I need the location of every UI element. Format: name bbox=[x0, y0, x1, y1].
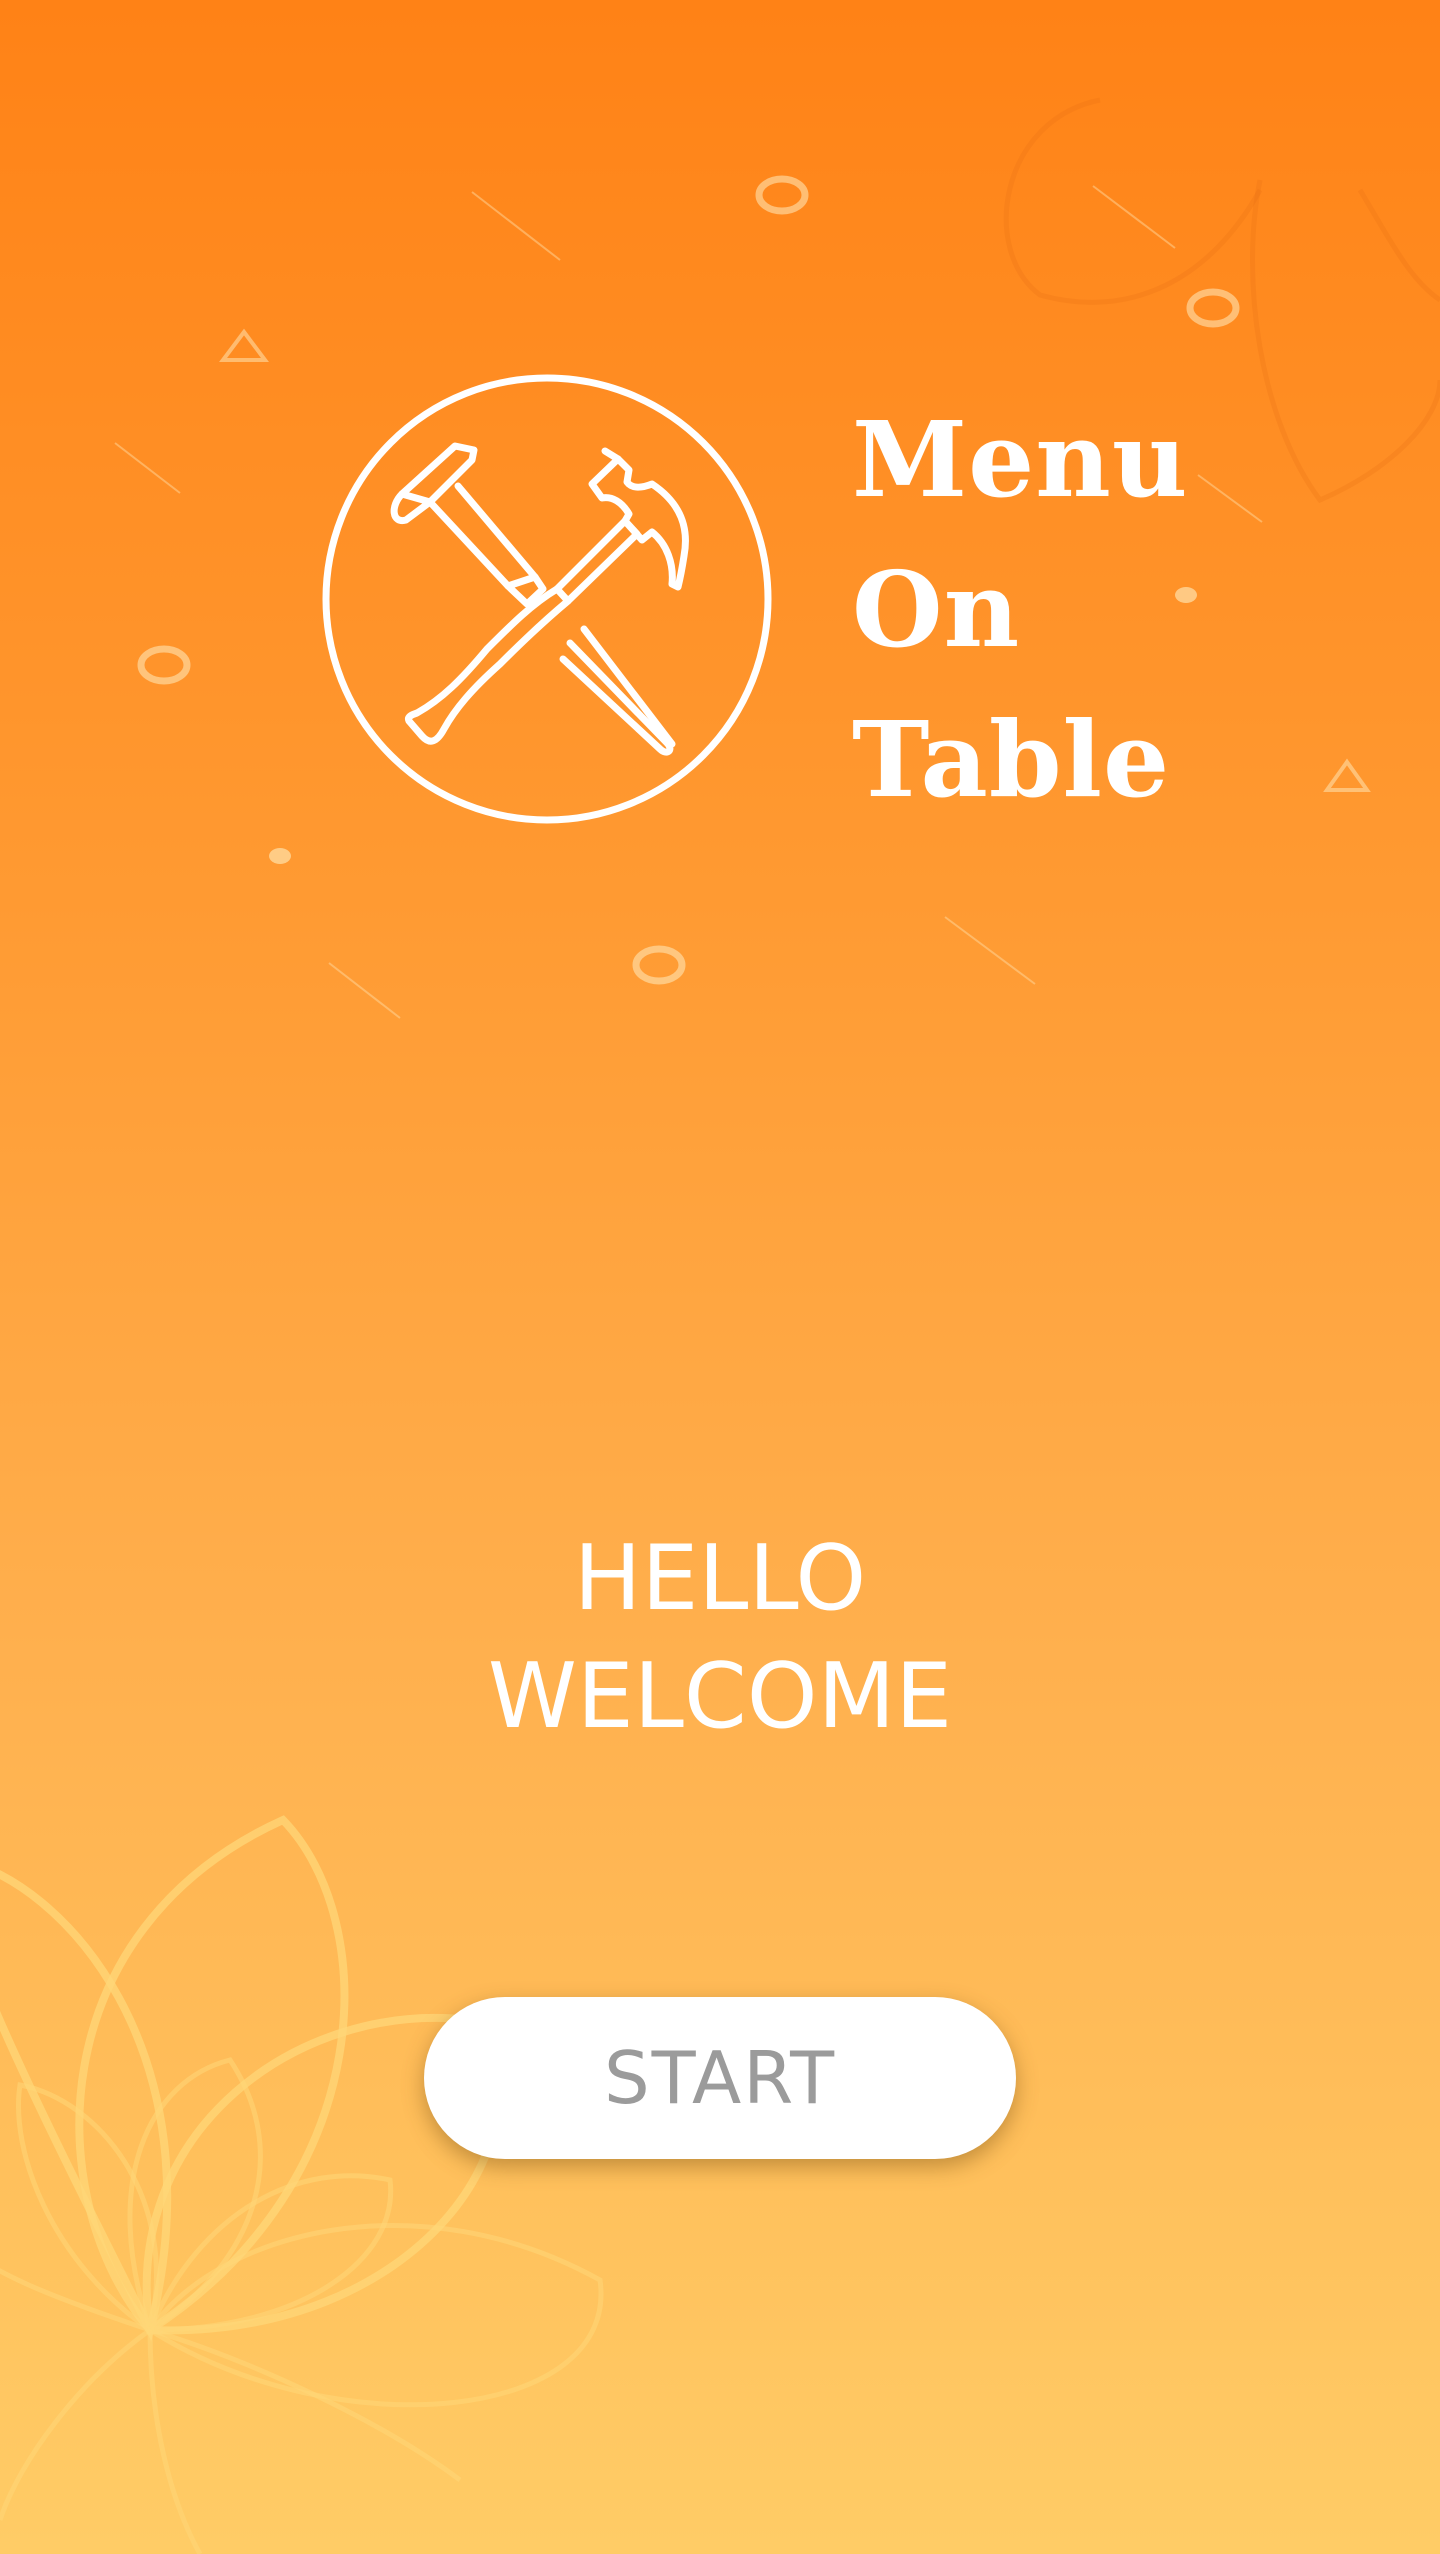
crossed-hammer-and-chisel-icon bbox=[322, 374, 772, 824]
line-decoration bbox=[114, 442, 181, 494]
app-title-line: Table bbox=[852, 698, 1171, 821]
line-decoration bbox=[1197, 474, 1263, 523]
flower-petal-decoration bbox=[75, 1815, 349, 2336]
app-title-line: On bbox=[852, 548, 1021, 671]
start-button[interactable]: START bbox=[424, 1997, 1016, 2159]
flower-petal-decoration bbox=[147, 2329, 203, 2554]
welcome-line-welcome: WELCOME bbox=[487, 1644, 953, 1749]
line-decoration bbox=[1092, 185, 1176, 249]
app-title: Menu On Table bbox=[852, 385, 1189, 835]
petal-decoration bbox=[1250, 179, 1440, 504]
ring-decoration bbox=[755, 175, 809, 215]
triangle-decoration bbox=[1323, 758, 1371, 792]
flower-petal-decoration bbox=[146, 2223, 604, 2408]
ring-decoration bbox=[632, 945, 686, 985]
app-title-line: Menu bbox=[852, 398, 1189, 521]
petal-decoration bbox=[1003, 97, 1263, 305]
dot-decoration bbox=[269, 848, 291, 864]
welcome-message: HELLO WELCOME bbox=[0, 1520, 1440, 1756]
welcome-screen: Menu On Table HELLO WELCOME START bbox=[0, 0, 1440, 2554]
line-decoration bbox=[328, 962, 401, 1019]
flower-petal-decoration bbox=[0, 2327, 152, 2521]
line-decoration bbox=[471, 191, 561, 261]
ring-decoration bbox=[137, 645, 191, 685]
start-button-label: START bbox=[603, 2036, 837, 2120]
triangle-decoration bbox=[219, 328, 269, 362]
line-decoration bbox=[944, 916, 1036, 985]
welcome-line-hello: HELLO bbox=[573, 1526, 867, 1631]
petal-decoration bbox=[1357, 188, 1440, 303]
ring-decoration bbox=[1186, 288, 1240, 328]
